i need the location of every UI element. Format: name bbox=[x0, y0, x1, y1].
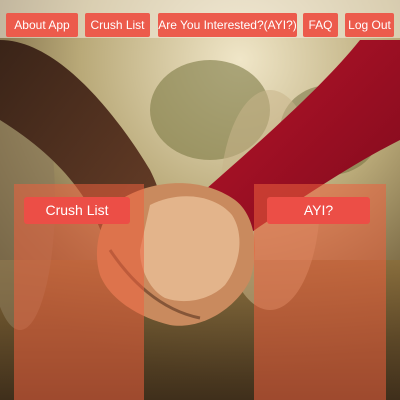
nav-faq-button[interactable]: FAQ bbox=[303, 13, 338, 37]
nav-about-app-button[interactable]: About App bbox=[6, 13, 78, 37]
crush-list-button[interactable]: Crush List bbox=[24, 197, 130, 224]
nav-are-you-interested-button[interactable]: Are You Interested?(AYI?) bbox=[158, 13, 297, 37]
nav-crush-list-button[interactable]: Crush List bbox=[85, 13, 150, 37]
nav-log-out-button[interactable]: Log Out bbox=[345, 13, 394, 37]
ayi-button[interactable]: AYI? bbox=[267, 197, 370, 224]
